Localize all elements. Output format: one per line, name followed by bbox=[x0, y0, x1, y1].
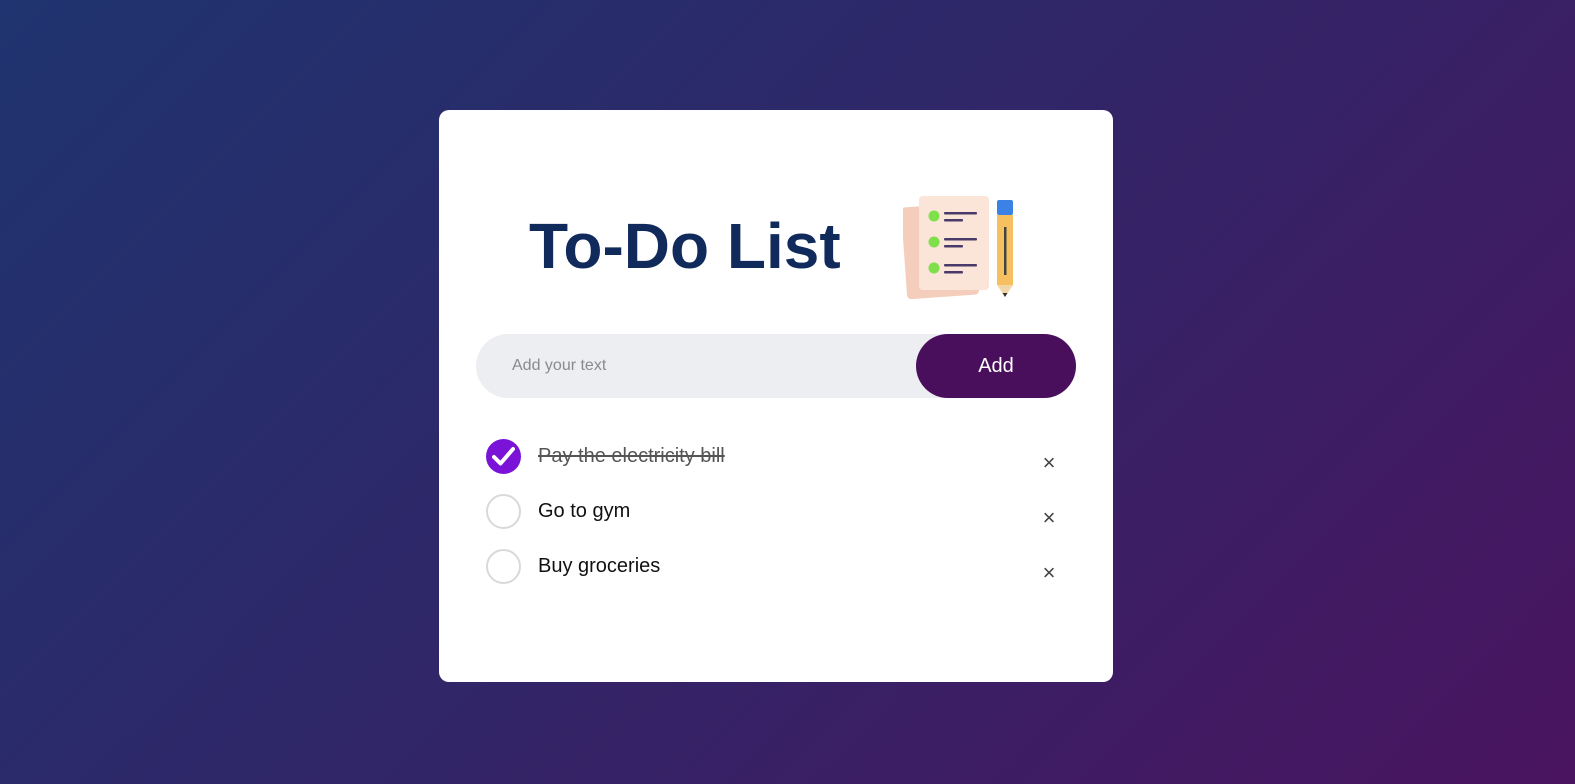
list-item[interactable]: Pay the electricity bill × bbox=[439, 428, 1113, 483]
page-title: To-Do List bbox=[529, 210, 841, 282]
list-item[interactable]: Buy groceries × bbox=[439, 538, 1113, 593]
list-item[interactable]: Go to gym × bbox=[439, 483, 1113, 538]
close-icon[interactable]: × bbox=[1039, 506, 1059, 530]
checkbox[interactable] bbox=[486, 549, 521, 584]
close-icon[interactable]: × bbox=[1039, 451, 1059, 475]
close-icon[interactable]: × bbox=[1039, 561, 1059, 585]
checklist-pencil-icon bbox=[903, 196, 1013, 300]
task-list: Pay the electricity bill × Go to gym × B… bbox=[439, 428, 1113, 593]
add-button[interactable]: Add bbox=[916, 334, 1076, 398]
task-text: Pay the electricity bill bbox=[538, 445, 725, 467]
todo-card: To-Do List Add Pay the electricity bill bbox=[439, 110, 1113, 682]
task-input[interactable] bbox=[476, 334, 906, 398]
task-text: Go to gym bbox=[538, 500, 631, 522]
task-text: Buy groceries bbox=[538, 555, 661, 577]
add-task-row: Add bbox=[476, 334, 1076, 398]
checkmark-icon bbox=[492, 447, 515, 466]
checkbox-checked[interactable] bbox=[486, 439, 521, 474]
checkbox[interactable] bbox=[486, 494, 521, 529]
